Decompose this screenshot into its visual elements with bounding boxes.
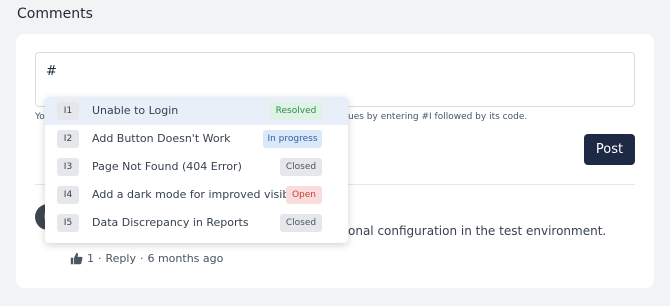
meta-separator: · [98,252,102,265]
issue-label: Add a dark mode for improved visibility. [92,188,312,201]
page-title: Comments [17,6,93,22]
meta-separator: · [139,252,144,265]
status-badge: Closed [280,214,322,232]
dropdown-item[interactable]: I2 Add Button Doesn't Work In progress [45,125,348,153]
issue-code: I5 [57,214,79,232]
comment-meta: 1 · Reply · 6 months ago [70,252,223,265]
status-badge: Open [286,186,322,204]
dropdown-item[interactable]: I4 Add a dark mode for improved visibili… [45,181,348,209]
composer-hint-start: Yo [35,112,45,122]
comment-time: 6 months ago [147,252,224,265]
composer-hint: ues by entering #I followed by its code. [348,112,528,122]
issue-label: Data Discrepancy in Reports [92,216,249,229]
issue-code: I1 [57,102,79,120]
dropdown-item[interactable]: I1 Unable to Login Resolved [45,97,348,125]
reply-link[interactable]: Reply [106,252,136,265]
like-count: 1 [87,252,94,265]
issue-code: I3 [57,158,79,176]
thumbs-up-icon[interactable] [70,252,83,265]
post-button[interactable]: Post [584,134,635,165]
dropdown-item[interactable]: I3 Page Not Found (404 Error) Closed [45,153,348,181]
status-badge: Resolved [270,102,322,120]
issue-label: Unable to Login [92,104,179,117]
issue-label: Add Button Doesn't Work [92,132,231,145]
issue-code: I4 [57,186,79,204]
status-badge: Closed [280,158,322,176]
status-badge: In progress [263,130,322,148]
issue-code: I2 [57,130,79,148]
issue-label: Page Not Found (404 Error) [92,160,242,173]
textarea-value: # [46,64,57,79]
dropdown-item[interactable]: I5 Data Discrepancy in Reports Closed [45,209,348,237]
issue-mention-dropdown: I1 Unable to Login Resolved I2 Add Butto… [45,97,348,243]
comment-body: onal configuration in the test environme… [348,224,607,238]
